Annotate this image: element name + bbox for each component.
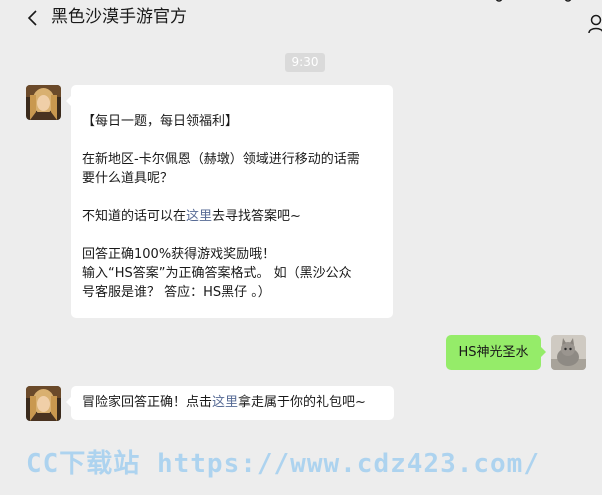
user-message-text: HS神光圣水 <box>458 345 529 360</box>
message-bubble: 【每日一题，每日领福利】 在新地区-卡尔佩恩（赫墩）领域进行移动的话需 要什么道… <box>66 85 393 318</box>
answer-link[interactable]: 这里 <box>186 209 212 224</box>
more-icon[interactable] <box>491 0 507 5</box>
user-icon[interactable] <box>588 14 602 34</box>
user-avatar[interactable] <box>551 335 586 370</box>
message-line: 在新地区-卡尔佩恩（赫墩）领域进行移动的话需 <box>82 152 360 167</box>
avatar[interactable] <box>26 85 61 120</box>
gift-link[interactable]: 这里 <box>212 395 238 410</box>
watermark: CC下载站 https://www.cdz423.com/ <box>26 449 540 479</box>
chat-title: 黑色沙漠手游官方 <box>51 7 187 27</box>
message-line: 要什么道具呢？ <box>82 171 174 186</box>
avatar[interactable] <box>26 386 61 421</box>
timestamp: 9:30 <box>285 53 325 72</box>
chat-header: 黑色沙漠手游官方 <box>0 0 602 46</box>
message-line: 输入“HS答案”为正确答案格式。 如（黑沙公众 <box>82 266 352 281</box>
message-line: 不知道的话可以在这里去寻找答案吧~ <box>82 209 301 224</box>
chevron-left-icon[interactable] <box>26 9 40 27</box>
message-line: 回答正确100%获得游戏奖励哦！ <box>82 247 276 262</box>
message-bubble: 冒险家回答正确！点击这里拿走属于你的礼包吧~ <box>66 386 394 420</box>
message-line: 号客服是谁？ 答应：HS黑仔 。） <box>82 285 271 300</box>
more-icon[interactable] <box>560 0 576 5</box>
message-line: 冒险家回答正确！点击这里拿走属于你的礼包吧~ <box>82 395 366 410</box>
user-message-bubble: HS神光圣水 <box>446 335 546 370</box>
message-line: 【每日一题，每日领福利】 <box>82 114 239 129</box>
